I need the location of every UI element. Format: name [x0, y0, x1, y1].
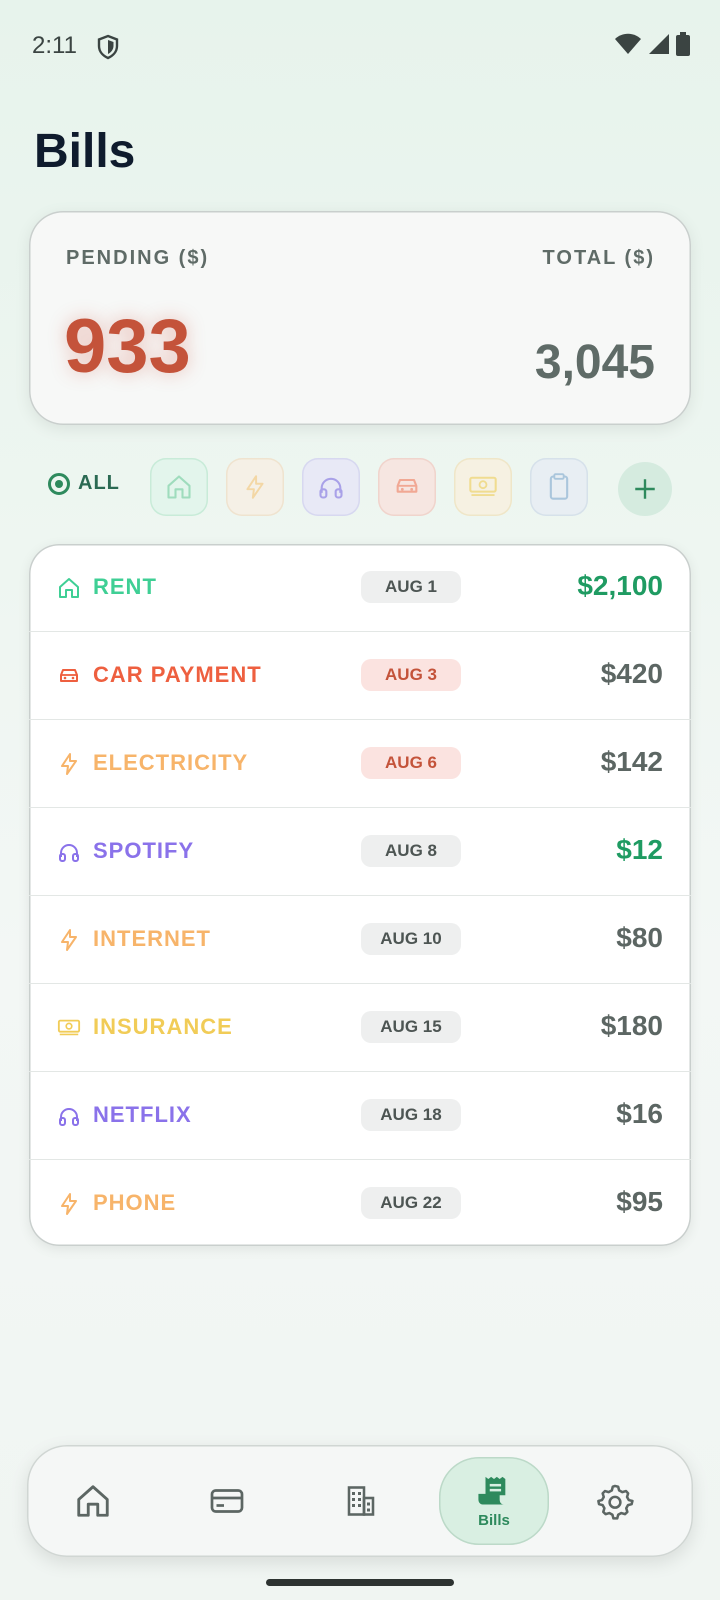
- bill-amount: $16: [616, 1098, 663, 1129]
- nav-bills-label: Bills: [478, 1511, 510, 1529]
- filter-all[interactable]: ALL: [48, 472, 120, 495]
- bill-name: ELECTRICITY: [93, 750, 249, 775]
- bill-row-electricity[interactable]: ELECTRICITY AUG 6 $142: [29, 720, 691, 808]
- home-icon: [59, 578, 79, 598]
- bill-row-insurance[interactable]: INSURANCE AUG 15 $180: [29, 984, 691, 1072]
- car-icon: [60, 669, 78, 682]
- status-bar: 2:11: [0, 0, 720, 90]
- bill-amount: $2,100: [577, 570, 663, 601]
- headphones-icon: [59, 844, 79, 862]
- filter-chip-other[interactable]: [530, 458, 588, 516]
- nav-properties[interactable]: [301, 1445, 421, 1557]
- bill-amount: $12: [616, 834, 663, 865]
- bill-date: AUG 3: [361, 659, 461, 691]
- page-title: Bills: [34, 125, 136, 178]
- bill-amount: $420: [600, 658, 663, 689]
- bills-icon: [478, 1476, 506, 1504]
- home-icon: [167, 475, 191, 499]
- bolt-icon: [246, 475, 264, 499]
- bolt-icon: [61, 753, 77, 775]
- bills-list: RENT AUG 1 $2,100 CAR PAYMENT AUG 3 $420…: [29, 544, 691, 1246]
- bill-name: SPOTIFY: [93, 838, 195, 863]
- bolt-icon: [61, 1193, 77, 1215]
- money-icon: [469, 476, 497, 496]
- car-icon: [396, 478, 418, 493]
- bill-row-netflix[interactable]: NETFLIX AUG 18 $16: [29, 1072, 691, 1160]
- bill-amount: $95: [616, 1186, 663, 1217]
- bill-amount: $80: [616, 922, 663, 953]
- bill-name: PHONE: [93, 1190, 177, 1215]
- building-icon: [347, 1486, 375, 1516]
- bill-row-internet[interactable]: INTERNET AUG 10 $80: [29, 896, 691, 984]
- bill-row-car-payment[interactable]: CAR PAYMENT AUG 3 $420: [29, 632, 691, 720]
- filter-chip-car[interactable]: [378, 458, 436, 516]
- bill-name: INTERNET: [93, 926, 211, 951]
- pending-value: 933: [64, 304, 191, 389]
- filter-chip-insurance[interactable]: [454, 458, 512, 516]
- bill-date: AUG 8: [361, 835, 461, 867]
- plus-icon: [635, 479, 655, 499]
- total-value: 3,045: [534, 336, 655, 389]
- card-icon: [210, 1489, 244, 1513]
- radio-selected-icon: [48, 472, 70, 495]
- pending-label: PENDING ($): [66, 247, 210, 269]
- nav-cards[interactable]: [167, 1445, 287, 1557]
- home-indicator: [266, 1579, 454, 1586]
- bottom-nav: Bills: [27, 1445, 693, 1557]
- bill-row-spotify[interactable]: SPOTIFY AUG 8 $12: [29, 808, 691, 896]
- bill-date: AUG 6: [361, 747, 461, 779]
- nav-home[interactable]: [33, 1445, 153, 1557]
- category-filter-row: ALL: [40, 456, 680, 518]
- bill-date: AUG 22: [361, 1187, 461, 1219]
- total-label: TOTAL ($): [542, 247, 655, 269]
- gear-icon: [597, 1484, 634, 1520]
- bill-name: CAR PAYMENT: [93, 662, 262, 687]
- filter-chip-home[interactable]: [150, 458, 208, 516]
- bill-row-rent[interactable]: RENT AUG 1 $2,100: [29, 544, 691, 632]
- bolt-icon: [61, 929, 77, 951]
- bill-amount: $142: [600, 746, 663, 777]
- money-icon: [57, 1019, 81, 1036]
- battery-icon: [676, 32, 690, 56]
- add-category-button[interactable]: [618, 462, 672, 516]
- wifi-icon: [615, 33, 641, 54]
- status-time: 2:11: [32, 32, 77, 59]
- nav-settings[interactable]: [555, 1445, 675, 1557]
- bill-name: NETFLIX: [93, 1102, 192, 1127]
- clipboard-icon: [549, 473, 569, 500]
- signal-icon: [649, 34, 669, 54]
- headphones-icon: [319, 477, 343, 499]
- shield-icon: [97, 34, 119, 60]
- headphones-icon: [59, 1108, 79, 1126]
- filter-chip-utilities[interactable]: [226, 458, 284, 516]
- filter-all-label: ALL: [78, 472, 120, 494]
- bill-date: AUG 15: [361, 1011, 461, 1043]
- bill-date: AUG 1: [361, 571, 461, 603]
- home-icon: [77, 1485, 109, 1517]
- nav-bills[interactable]: Bills: [439, 1457, 549, 1545]
- bill-date: AUG 18: [361, 1099, 461, 1131]
- bill-name: RENT: [93, 574, 157, 599]
- status-icons: [614, 32, 690, 56]
- bill-row-phone[interactable]: PHONE AUG 22 $95: [29, 1160, 691, 1246]
- bill-amount: $180: [600, 1010, 663, 1041]
- filter-chip-subscriptions[interactable]: [302, 458, 360, 516]
- bill-date: AUG 10: [361, 923, 461, 955]
- bill-name: INSURANCE: [93, 1014, 233, 1039]
- summary-card: PENDING ($) TOTAL ($) 933 3,045: [29, 211, 691, 425]
